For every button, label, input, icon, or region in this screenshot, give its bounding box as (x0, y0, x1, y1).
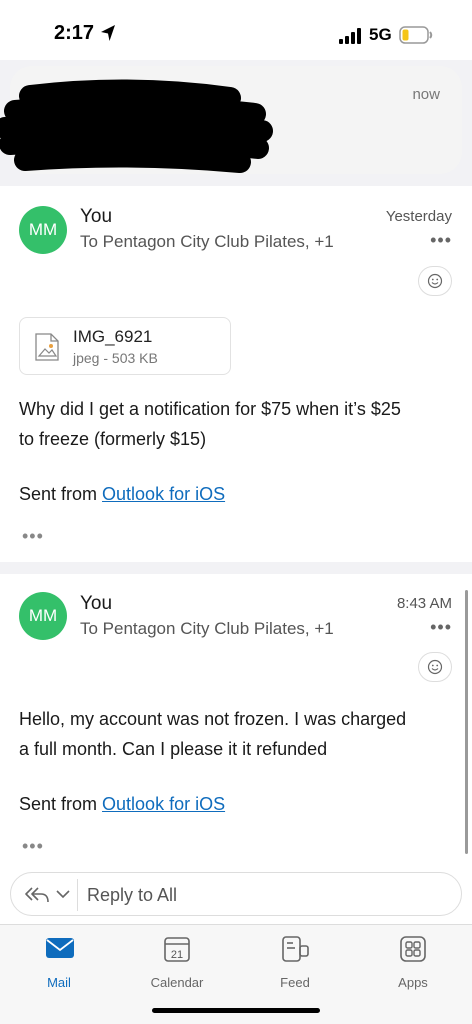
divider (77, 879, 78, 911)
sender-name: You (80, 593, 113, 614)
tab-label: Feed (280, 975, 310, 990)
smiley-reaction-icon (427, 659, 443, 675)
signature: Sent from Outlook for iOS (19, 484, 225, 505)
show-quoted-text-button[interactable]: ••• (22, 836, 44, 857)
calendar-day: 21 (171, 949, 183, 961)
attachment-name: IMG_6921 (73, 327, 153, 346)
tab-calendar[interactable]: 21 Calendar (127, 933, 227, 993)
message-body-line: Hello, my account was not frozen. I was … (19, 709, 407, 729)
message-body: Why did I get a notification for $75 whe… (19, 394, 459, 454)
message-more-button[interactable]: ••• (430, 617, 452, 638)
reply-placeholder[interactable]: Reply to All (87, 885, 177, 906)
signature-prefix: Sent from (19, 794, 103, 814)
signature-prefix: Sent from (19, 484, 103, 504)
tab-label: Apps (398, 975, 428, 990)
tab-mail[interactable]: Mail (9, 933, 109, 993)
status-time: 2:17 (54, 22, 95, 44)
recipients-line[interactable]: To Pentagon City Club Pilates, +1 (80, 619, 334, 639)
reaction-button[interactable] (418, 652, 452, 682)
image-file-icon (35, 333, 59, 361)
status-bar: 2:17 5G (0, 0, 472, 60)
message-card[interactable]: MM You To Pentagon City Club Pilates, +1… (0, 186, 472, 562)
battery-icon (399, 26, 433, 44)
smiley-reaction-icon (427, 273, 443, 289)
notification-time: now (412, 86, 440, 103)
attachment-card[interactable]: IMG_6921 jpeg - 503 KB (19, 317, 231, 375)
message-more-button[interactable]: ••• (430, 230, 452, 251)
sender-name: You (80, 206, 113, 227)
message-time: Yesterday (385, 208, 452, 225)
outlook-link[interactable]: Outlook for iOS (102, 794, 225, 814)
scrollbar[interactable] (465, 590, 468, 854)
feed-icon (282, 936, 309, 962)
message-body-line: to freeze (formerly $15) (19, 429, 207, 449)
redaction-scribble (0, 79, 273, 173)
home-indicator (152, 1008, 320, 1013)
tab-apps[interactable]: Apps (363, 933, 463, 993)
message-time: 8:43 AM (396, 595, 452, 612)
attachment-meta: jpeg - 503 KB (73, 350, 158, 366)
apps-icon (400, 936, 426, 962)
signal-icon (339, 28, 361, 44)
message-card[interactable]: MM You To Pentagon City Club Pilates, +1… (0, 574, 472, 864)
mail-icon (46, 938, 74, 958)
tab-label: Mail (47, 975, 71, 990)
avatar[interactable]: MM (19, 206, 67, 254)
chevron-down-icon[interactable] (55, 888, 71, 900)
message-body-line: Why did I get a notification for $75 whe… (19, 399, 401, 419)
tab-feed[interactable]: Feed (245, 933, 345, 993)
avatar[interactable]: MM (19, 592, 67, 640)
calendar-icon: 21 (164, 937, 190, 962)
message-body-line: a full month. Can I please it it refunde… (19, 739, 328, 759)
network-label: 5G (369, 25, 392, 44)
show-quoted-text-button[interactable]: ••• (22, 526, 44, 547)
reaction-button[interactable] (418, 266, 452, 296)
location-arrow-icon (101, 25, 115, 41)
message-body: Hello, my account was not frozen. I was … (19, 704, 459, 764)
reply-bar: Reply to All (0, 864, 472, 924)
outlook-link[interactable]: Outlook for iOS (102, 484, 225, 504)
tab-label: Calendar (150, 975, 204, 990)
signature: Sent from Outlook for iOS (19, 794, 225, 815)
reply-all-icon[interactable] (23, 884, 51, 906)
notification-banner[interactable]: now (0, 66, 462, 174)
recipients-line[interactable]: To Pentagon City Club Pilates, +1 (80, 232, 334, 252)
reply-field[interactable]: Reply to All (10, 872, 462, 916)
